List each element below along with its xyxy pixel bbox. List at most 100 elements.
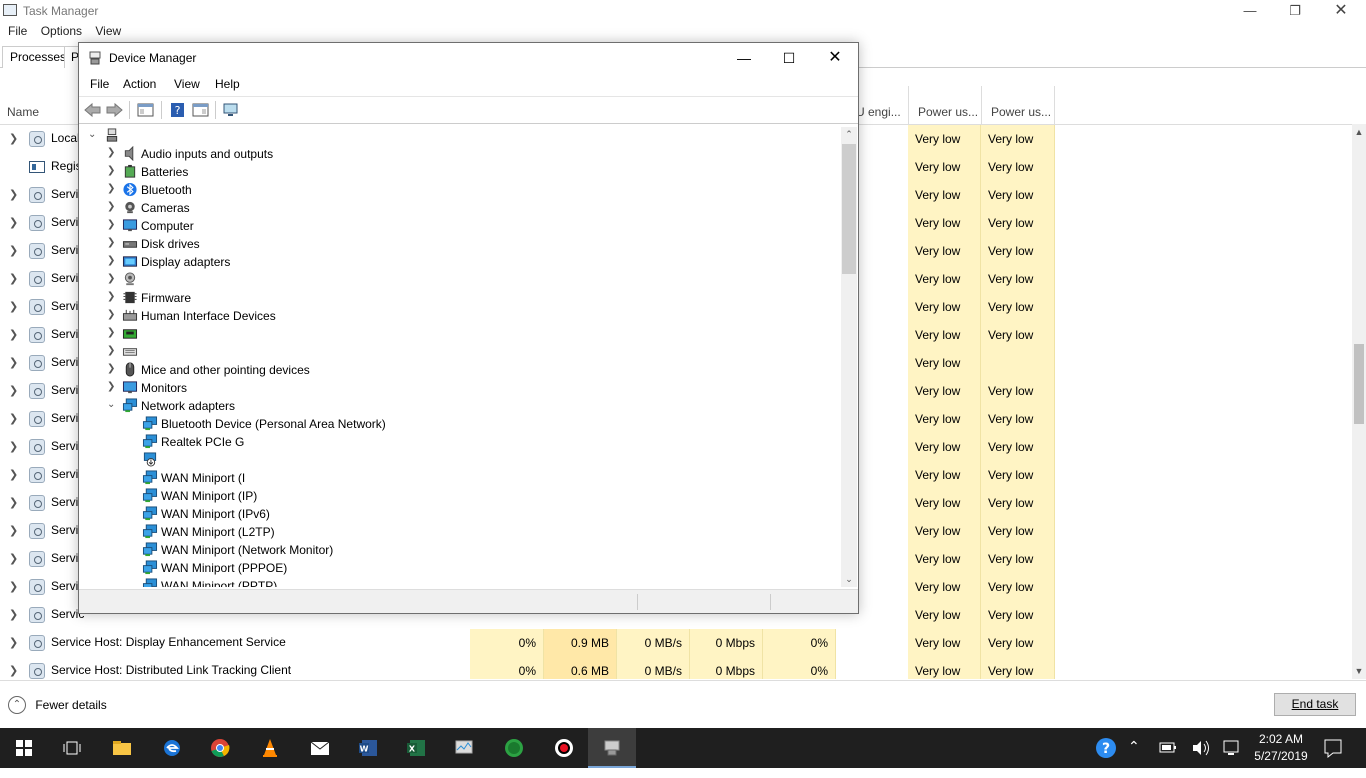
gear-icon [29,411,45,427]
device-manager-statusbar [79,589,858,613]
device-manager-icon [604,740,620,756]
record-taskbar-button[interactable] [540,728,588,768]
tree-item-label: Batteries [141,165,189,179]
chevron-right-icon[interactable]: ❯ [107,255,117,266]
column-header-power-trend[interactable]: Power us... [981,86,1055,124]
forward-arrow-icon[interactable] [106,102,123,118]
chevron-right-icon[interactable]: ❯ [9,412,18,425]
dm-maximize-button[interactable]: ☐ [766,43,812,73]
back-arrow-icon[interactable] [84,102,101,118]
dm-scroll-thumb[interactable] [842,144,856,274]
tray-help-icon[interactable]: ? [1094,728,1118,768]
excel-taskbar-button[interactable]: X [392,728,440,768]
battery-status-icon[interactable] [1159,728,1177,768]
chevron-right-icon[interactable]: ❯ [107,219,117,230]
clock[interactable]: 2:02 AM 5/27/2019 [1248,731,1314,765]
vlc-icon [263,739,277,757]
dm-menu-file[interactable]: File [90,77,109,91]
chevron-right-icon[interactable]: ❯ [107,363,117,374]
chevron-right-icon[interactable]: ❯ [9,608,18,621]
gear-icon [29,551,45,567]
chevron-right-icon[interactable]: ❯ [9,636,18,649]
chevron-right-icon[interactable]: ❯ [107,327,117,338]
end-task-button[interactable]: End task [1274,693,1356,716]
task-view-taskbar-button[interactable] [48,728,96,768]
table-row[interactable]: ❯ Service Host: Distributed Link Tracking… [0,657,1352,679]
dm-menu-help[interactable]: Help [215,77,240,91]
menu-options[interactable]: Options [41,24,82,38]
scan-hardware-icon[interactable] [222,102,239,118]
column-header-power-usage[interactable]: Power us... [908,86,981,124]
chevron-right-icon[interactable]: ❯ [9,356,18,369]
chevron-right-icon[interactable]: ❯ [9,132,18,145]
minimize-button[interactable]: — [1227,0,1273,22]
chrome-taskbar-button[interactable] [196,728,244,768]
word-taskbar-button[interactable]: W [344,728,392,768]
help-icon[interactable]: ? [169,102,186,118]
scroll-up-icon[interactable]: ▲ [1354,127,1364,137]
close-button[interactable]: ✕ [1318,0,1364,22]
scroll-thumb[interactable] [1354,344,1364,424]
chevron-down-icon[interactable]: ⌄ [107,399,117,410]
computer-root-icon [106,128,118,142]
chevron-right-icon[interactable]: ❯ [9,468,18,481]
monitor-app-taskbar-button[interactable] [440,728,488,768]
dm-minimize-button[interactable]: — [721,43,767,73]
chevron-right-icon[interactable]: ❯ [9,188,18,201]
dm-close-button[interactable]: ✕ [812,43,858,73]
chevron-right-icon[interactable]: ❯ [107,165,117,176]
properties-icon[interactable] [192,102,209,118]
restore-button[interactable]: ❐ [1272,0,1318,22]
dm-menu-view[interactable]: View [174,77,200,91]
chevron-right-icon[interactable]: ❯ [9,496,18,509]
power-trend-cell: Very low [981,293,1055,321]
menu-view[interactable]: View [95,24,121,38]
chevron-right-icon[interactable]: ❯ [9,216,18,229]
volume-icon[interactable] [1191,728,1211,768]
show-hide-console-tree-icon[interactable] [137,102,154,118]
chevron-right-icon[interactable]: ❯ [107,309,117,320]
tray-chevron-up-icon[interactable]: ⌃ [1128,738,1140,778]
chevron-right-icon[interactable]: ❯ [9,384,18,397]
chevron-right-icon[interactable]: ❯ [9,300,18,313]
chevron-right-icon[interactable]: ❯ [107,291,117,302]
chevron-down-icon[interactable]: ⌄ [88,129,98,140]
chevron-right-icon[interactable]: ❯ [9,552,18,565]
edge-taskbar-button[interactable] [148,728,196,768]
scroll-down-icon[interactable]: ▼ [1354,666,1364,676]
chevron-right-icon[interactable]: ❯ [9,272,18,285]
device-tree-scrollbar[interactable]: ⌃ ⌄ [841,127,857,587]
chevron-right-icon[interactable]: ❯ [9,664,18,677]
menu-file[interactable]: File [8,24,27,38]
chevron-right-icon[interactable]: ❯ [9,244,18,257]
dm-scroll-up-icon[interactable]: ⌃ [841,129,857,140]
display-adapter-icon [122,256,138,267]
chevron-right-icon[interactable]: ❯ [107,201,117,212]
file-explorer-taskbar-button[interactable] [98,728,146,768]
network-status-icon[interactable] [1222,728,1242,768]
fewer-details-button[interactable]: ⌃ Fewer details [8,696,107,714]
start-taskbar-button[interactable] [0,728,48,768]
tree-item-label: WAN Miniport (PPTP) [161,579,278,587]
chevron-right-icon[interactable]: ❯ [107,345,117,356]
chevron-right-icon[interactable]: ❯ [107,381,117,392]
chevron-right-icon[interactable]: ❯ [107,147,117,158]
mail-taskbar-button[interactable] [296,728,344,768]
chevron-right-icon[interactable]: ❯ [9,524,18,537]
device-manager-taskbar-button[interactable] [588,728,636,768]
start-icon [16,740,32,756]
chevron-right-icon[interactable]: ❯ [9,580,18,593]
vlc-taskbar-button[interactable] [246,728,294,768]
action-center-icon[interactable] [1323,728,1343,768]
process-list-scrollbar[interactable]: ▲ ▼ [1352,124,1366,679]
table-row[interactable]: ❯ Service Host: Display Enhancement Servi… [0,629,1352,657]
dm-menu-action[interactable]: Action [123,77,156,91]
dm-scroll-down-icon[interactable]: ⌄ [841,574,857,585]
chevron-right-icon[interactable]: ❯ [107,237,117,248]
chevron-right-icon[interactable]: ❯ [107,273,117,284]
chevron-right-icon[interactable]: ❯ [9,328,18,341]
battery-icon [124,164,136,178]
xbox-taskbar-button[interactable] [490,728,538,768]
chevron-right-icon[interactable]: ❯ [9,440,18,453]
chevron-right-icon[interactable]: ❯ [107,183,117,194]
